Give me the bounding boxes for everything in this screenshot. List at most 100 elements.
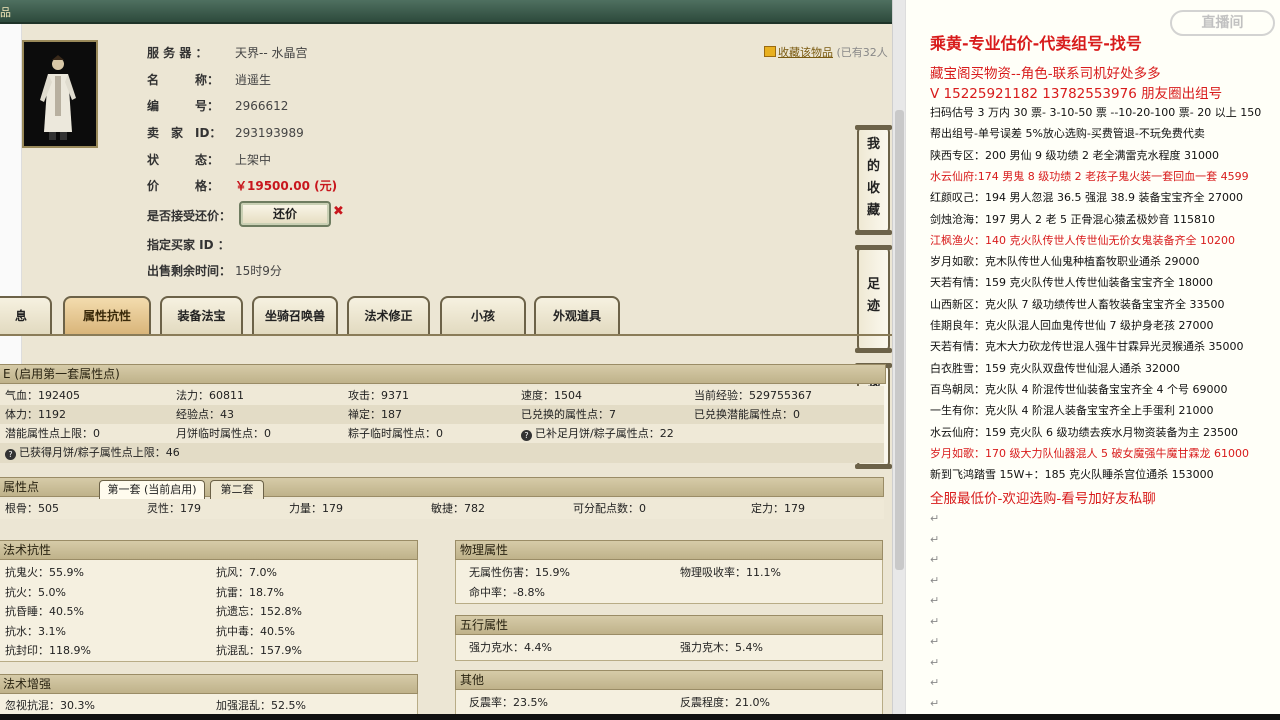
notes-line: 水云仙府:174 男鬼 8 级功绩 2 老孩子鬼火装一套回血一套 4599 xyxy=(930,169,1249,183)
physical-header: 物理属性 xyxy=(455,540,883,560)
tab-point-set-1[interactable]: 第一套 (当前启用) xyxy=(99,480,205,499)
attr-potential-cap: 潜能属性点上限：0 xyxy=(5,427,100,440)
tab-attributes[interactable]: 属性抗性 xyxy=(63,296,151,334)
physical-title: 物理属性 xyxy=(460,543,509,557)
attr-header-title: (启用第一套属性点) xyxy=(14,367,120,381)
resist-chaos: 抗混乱：157.9% xyxy=(216,644,302,657)
five-elements-title: 五行属性 xyxy=(460,618,509,632)
paragraph-mark: ↵ xyxy=(930,512,940,525)
notes-line: 天若有情：159 克火队传世人传世仙装备宝宝齐全 18000 xyxy=(930,276,1213,290)
attr-obtained-cap-text: 已获得月饼/粽子属性点上限：46 xyxy=(19,446,180,459)
favorite-link[interactable]: 收藏该物品 xyxy=(778,46,833,59)
bottom-strip xyxy=(0,714,1280,720)
name-label: 名 称： xyxy=(147,73,220,87)
seller-value: 293193989 xyxy=(235,126,304,140)
help-icon[interactable]: ? xyxy=(521,430,532,441)
buyer-label: 指定买家 ID ： xyxy=(147,238,230,252)
point-focus: 定力：179 xyxy=(751,502,805,515)
point-bone: 根骨：505 xyxy=(5,502,59,515)
resist-thunder: 抗雷：18.7% xyxy=(216,586,284,599)
attr-attack: 攻击：9371 xyxy=(348,389,409,402)
notes-line: 新到飞鸿踏雪 15W+：185 克火队睡杀宫位通杀 153000 xyxy=(930,468,1214,482)
title-bar: 品 xyxy=(0,0,892,24)
character-figure-icon xyxy=(40,55,76,140)
other-counter-rate: 反震率：23.5% xyxy=(469,696,548,709)
attr-mooncake-temp: 月饼临时属性点：0 xyxy=(176,427,271,440)
other-title: 其他 xyxy=(460,673,485,687)
paragraph-mark: ↵ xyxy=(930,676,940,689)
five-elements-header: 五行属性 xyxy=(455,615,883,635)
enhance-ignore-chaos: 忽视抗混：30.3% xyxy=(5,699,95,712)
tab-children[interactable]: 小孩 xyxy=(440,296,526,334)
attr-filled-points: ? 已补足月饼/粽子属性点：22 xyxy=(521,424,674,443)
paragraph-mark: ↵ xyxy=(930,655,940,669)
stream-watermark: 直播间 xyxy=(1170,10,1275,36)
server-label: 服 务 器 ： xyxy=(147,46,208,60)
side-tab-char: 迹 xyxy=(866,299,880,314)
tab-basic-info[interactable]: 息 xyxy=(0,296,52,334)
notes-line: 全服最低价-欢迎选购-看号加好友私聊 xyxy=(930,491,1156,508)
side-tab-char: 收 xyxy=(866,181,880,196)
side-tab-my-favorites[interactable]: 我 的 收 藏 xyxy=(855,125,892,235)
resist-forget: 抗遗忘：152.8% xyxy=(216,605,302,618)
resist-wind: 抗风：7.0% xyxy=(216,566,277,579)
remain-row: 出售剩余时间： 15时9分 xyxy=(147,262,282,282)
seller-label: 卖 家 ID： xyxy=(147,126,222,140)
game-window: 品 服 务 器 ： 天界-- 水晶宫 名 称： 逍遥生 编 号： 2966612 卖 … xyxy=(0,0,905,720)
attr-header-prefix: E xyxy=(3,367,11,381)
attr-obtained-cap: ? 已获得月饼/粽子属性点上限：46 xyxy=(5,443,180,462)
point-agility: 敏捷：782 xyxy=(431,502,485,515)
other-header: 其他 xyxy=(455,670,883,690)
phys-hit-rate: 命中率：-8.8% xyxy=(469,586,545,599)
favorite-link-area: 收藏该物品 (已有32人 xyxy=(764,44,888,60)
attr-stamina: 体力：1192 xyxy=(5,408,66,421)
id-row: 编 号： 2966612 xyxy=(147,97,288,117)
notes-line: 剑烛沧海：197 男人 2 老 5 正骨混心猿孟极妙音 115810 xyxy=(930,212,1215,226)
resist-seal: 抗封印：118.9% xyxy=(5,644,91,657)
notes-line: 天若有情：克木大力砍龙传世混人强牛甘霖异光灵猴通杀 35000 xyxy=(930,340,1244,354)
notes-line: 扫码估号 3 万内 30 票- 3-10-50 票 --10-20-100 票-… xyxy=(930,106,1262,119)
tab-point-set-2[interactable]: 第二套 xyxy=(210,480,264,499)
tab-divider xyxy=(0,334,892,336)
attr-section-header: E (启用第一套属性点) xyxy=(0,364,886,384)
favorite-icon[interactable] xyxy=(764,46,776,57)
id-value: 2966612 xyxy=(235,99,289,113)
price-label: 价 格： xyxy=(147,179,220,193)
notes-line: 一生有你：克火队 4 阶混人装备宝宝齐全上手蛋利 21000 xyxy=(930,404,1214,418)
phys-absorb: 物理吸收率：11.1% xyxy=(680,566,781,579)
side-tab-footprints[interactable]: 足 迹 xyxy=(855,245,892,353)
title-crumb: 品 xyxy=(0,6,11,19)
tab-mounts-pets[interactable]: 坐骑召唤兽 xyxy=(252,296,338,334)
notes-line: 百鸟朝凤：克火队 4 阶混传世仙装备宝宝齐全 4 个号 69000 xyxy=(930,382,1228,396)
points-header-title: 属性点 xyxy=(3,480,40,494)
vertical-scrollbar[interactable] xyxy=(892,0,905,720)
favorite-count: (已有32人 xyxy=(836,46,888,59)
resist-water: 抗水：3.1% xyxy=(5,625,66,638)
server-row: 服 务 器 ： 天界-- 水晶宫 xyxy=(147,44,307,64)
notes-line: 陕西专区：200 男仙 9 级功绩 2 老全满雷克水程度 31000 xyxy=(930,148,1219,162)
id-label: 编 号： xyxy=(147,99,220,113)
notes-line: 岁月如歌：170 级大力队仙器混人 5 破女魔强牛魔甘霖龙 61000 xyxy=(930,446,1249,460)
remain-value: 15时9分 xyxy=(235,264,282,278)
notes-line: 白衣胜雪：159 克火队双盘传世仙混人通杀 32000 xyxy=(930,361,1180,375)
offer-label: 是否接受还价： xyxy=(147,209,232,223)
notes-line: 帮出组号-单号误差 5%放心选购-买费管退-不玩免费代卖 xyxy=(930,127,1205,141)
status-row: 状 态： 上架中 xyxy=(147,151,271,171)
help-icon[interactable]: ? xyxy=(5,449,16,460)
magic-enhance-title: 法术增强 xyxy=(3,677,52,691)
notes-line: 佳期良年：克火队混人回血鬼传世仙 7 级护身老孩 27000 xyxy=(930,319,1214,332)
notes-line: 红颜叹己：194 男人忽混 36.5 强混 38.9 装备宝宝齐全 27000 xyxy=(930,191,1243,205)
scrollbar-thumb[interactable] xyxy=(895,110,904,570)
notes-line: 江枫渔火：140 克火队传世人传世仙无价女鬼装备齐全 10200 xyxy=(930,233,1235,247)
close-icon[interactable]: ✖ xyxy=(333,204,344,219)
paragraph-mark: ↵ xyxy=(930,553,940,566)
paragraph-mark: ↵ xyxy=(930,635,940,648)
price-value: ￥19500.00 (元) xyxy=(235,179,338,193)
attr-exp-points: 经验点：43 xyxy=(176,408,234,421)
attr-hp: 气血：192405 xyxy=(5,389,80,402)
tab-spell-mods[interactable]: 法术修正 xyxy=(347,296,430,334)
elem-vs-wood: 强力克木：5.4% xyxy=(680,641,763,654)
tab-equipment[interactable]: 装备法宝 xyxy=(160,296,243,334)
counter-offer-button[interactable]: 还价 xyxy=(239,201,331,227)
tab-appearance[interactable]: 外观道具 xyxy=(534,296,620,334)
